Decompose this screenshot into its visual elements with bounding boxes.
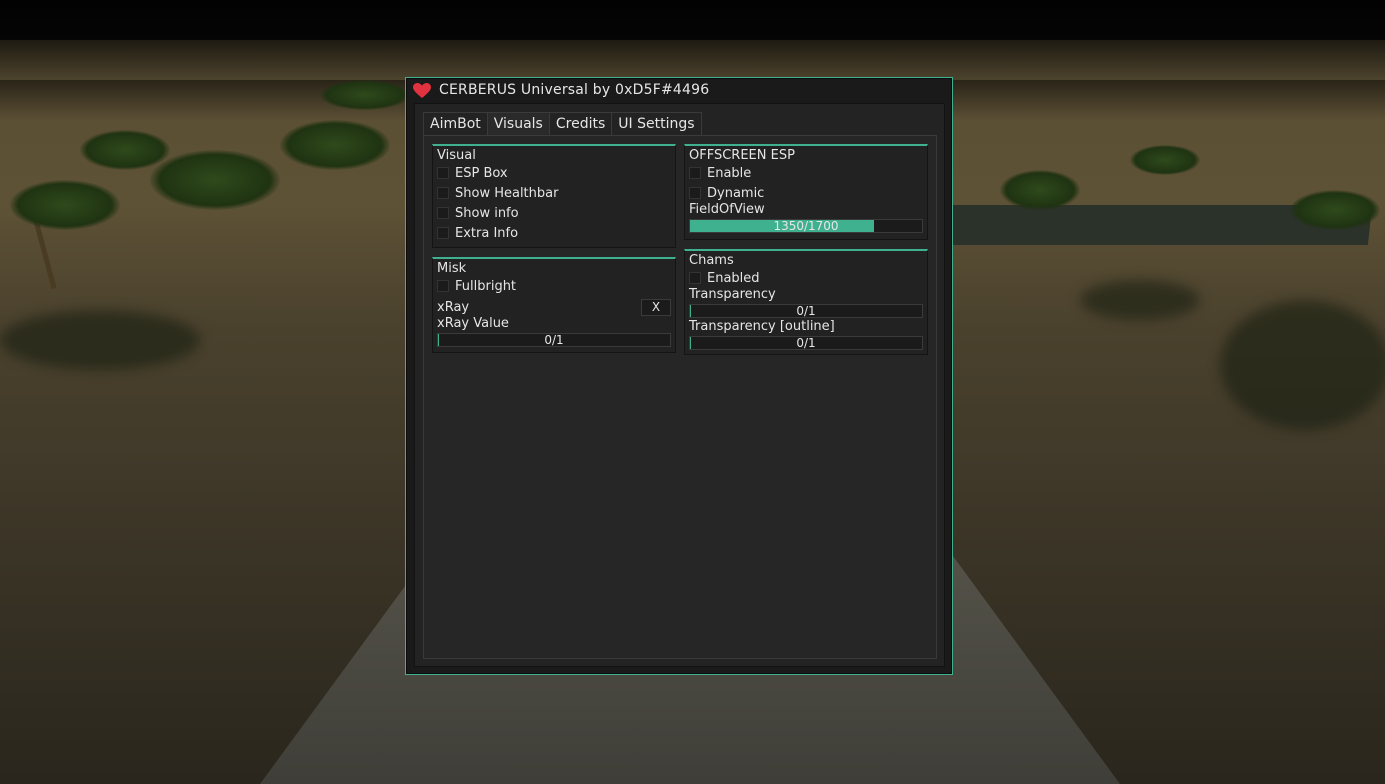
show-healthbar-label: Show Healthbar: [455, 185, 559, 201]
esp-box-label: ESP Box: [455, 165, 508, 181]
grass-patch: [1220, 300, 1385, 430]
visuals-panel: Visual ESP Box Show Healthbar Show info …: [423, 135, 937, 659]
esp-box-checkbox[interactable]: [437, 167, 449, 179]
offscreen-dynamic-label: Dynamic: [707, 185, 765, 201]
show-info-checkbox[interactable]: [437, 207, 449, 219]
extra-info-label: Extra Info: [455, 225, 519, 241]
palm-tree: [150, 150, 280, 210]
tab-bar: AimBot Visuals Credits UI Settings: [423, 112, 702, 136]
slider-value: 0/1: [544, 333, 564, 347]
transparency-outline-slider[interactable]: 0/1: [689, 336, 923, 350]
fov-slider[interactable]: 1350/1700: [689, 219, 923, 233]
tab-ui-settings[interactable]: UI Settings: [611, 112, 702, 136]
visual-group-title: Visual: [437, 148, 476, 163]
grass-patch: [0, 310, 200, 370]
window-title: CERBERUS Universal by 0xD5F#4496: [439, 82, 710, 98]
xray-value-label: xRay Value: [437, 316, 509, 331]
slider-value: 0/1: [796, 304, 816, 318]
fullbright-toggle[interactable]: Fullbright: [437, 277, 516, 295]
fullbright-label: Fullbright: [455, 278, 517, 294]
extra-info-checkbox[interactable]: [437, 227, 449, 239]
fov-label: FieldOfView: [689, 202, 765, 217]
transparency-outline-label: Transparency [outline]: [689, 319, 835, 334]
offscreen-dynamic-toggle[interactable]: Dynamic: [689, 184, 764, 202]
misk-group: Misk Fullbright xRay X xRay Value 0/1: [432, 257, 676, 353]
horizon-ridge: [0, 40, 1385, 80]
heart-icon: [413, 83, 431, 98]
palm-tree: [280, 120, 390, 170]
show-healthbar-toggle[interactable]: Show Healthbar: [437, 184, 558, 202]
slider-value: 0/1: [796, 336, 816, 350]
esp-box-toggle[interactable]: ESP Box: [437, 164, 508, 182]
palm-tree: [80, 130, 170, 170]
tab-visuals[interactable]: Visuals: [486, 112, 550, 136]
palm-tree: [1130, 145, 1200, 175]
cheat-menu-window: CERBERUS Universal by 0xD5F#4496 AimBot …: [405, 77, 953, 675]
transparency-label: Transparency: [689, 287, 776, 302]
offscreen-enable-toggle[interactable]: Enable: [689, 164, 751, 182]
palm-tree: [10, 180, 120, 230]
palm-tree: [1290, 190, 1380, 230]
slider-value: 1350/1700: [773, 219, 839, 233]
offscreen-enable-label: Enable: [707, 165, 752, 181]
offscreen-esp-title: OFFSCREEN ESP: [689, 148, 795, 163]
visual-group: Visual ESP Box Show Healthbar Show info …: [432, 144, 676, 248]
fullbright-checkbox[interactable]: [437, 280, 449, 292]
palm-tree: [1000, 170, 1080, 210]
show-info-toggle[interactable]: Show info: [437, 204, 519, 222]
extra-info-toggle[interactable]: Extra Info: [437, 224, 518, 242]
xray-value-slider[interactable]: 0/1: [437, 333, 671, 347]
chams-enabled-checkbox[interactable]: [689, 272, 701, 284]
chams-group-title: Chams: [689, 253, 734, 268]
tab-aimbot[interactable]: AimBot: [423, 112, 488, 136]
chams-group: Chams Enabled Transparency 0/1 Transpare…: [684, 249, 928, 355]
tab-credits[interactable]: Credits: [548, 112, 613, 136]
window-body: AimBot Visuals Credits UI Settings Visua…: [414, 103, 945, 667]
palm-tree: [320, 80, 410, 110]
misk-group-title: Misk: [437, 261, 467, 276]
xray-keybind-button[interactable]: X: [641, 299, 671, 316]
transparency-slider[interactable]: 0/1: [689, 304, 923, 318]
title-bar[interactable]: CERBERUS Universal by 0xD5F#4496: [406, 78, 952, 104]
offscreen-dynamic-checkbox[interactable]: [689, 187, 701, 199]
show-healthbar-checkbox[interactable]: [437, 187, 449, 199]
offscreen-esp-group: OFFSCREEN ESP Enable Dynamic FieldOfView…: [684, 144, 928, 240]
offscreen-enable-checkbox[interactable]: [689, 167, 701, 179]
show-info-label: Show info: [455, 205, 519, 221]
chams-enabled-toggle[interactable]: Enabled: [689, 269, 760, 287]
grass-patch: [1080, 280, 1200, 320]
xray-label: xRay: [437, 300, 470, 315]
chams-enabled-label: Enabled: [707, 270, 760, 286]
